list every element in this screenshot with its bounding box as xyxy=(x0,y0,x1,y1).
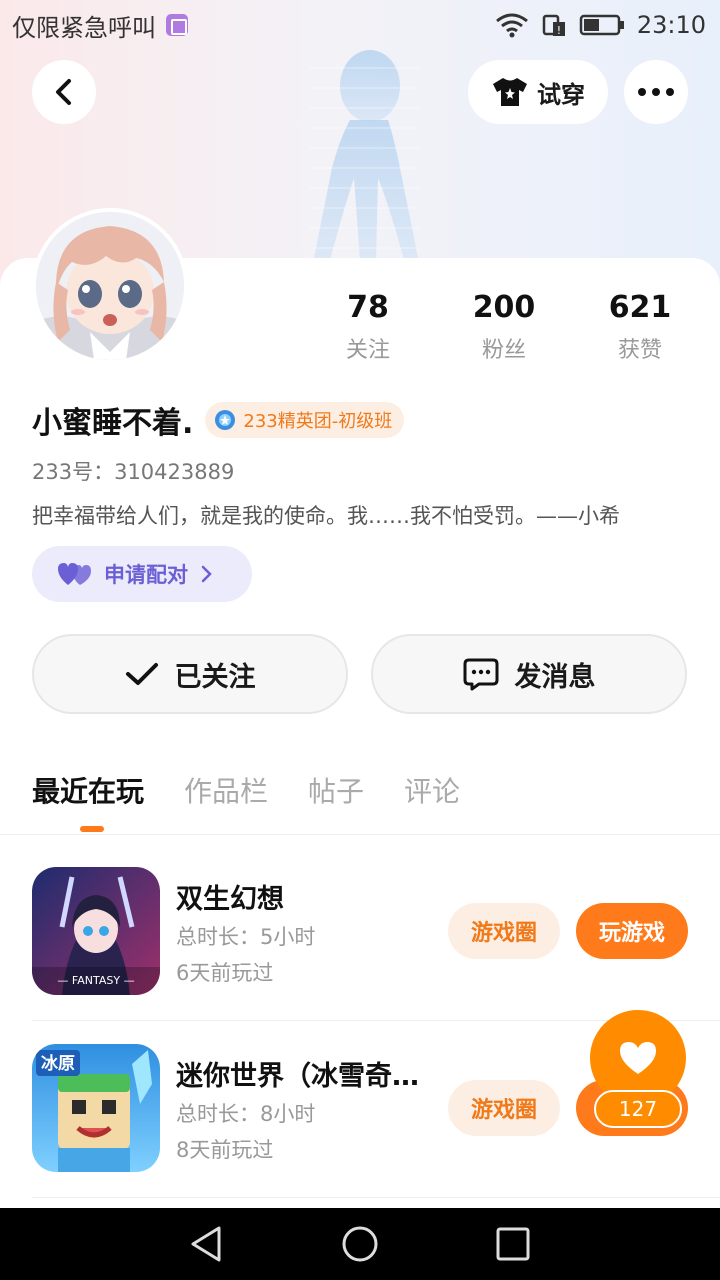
following-button[interactable]: 已关注 xyxy=(32,634,348,714)
battery-icon xyxy=(579,14,624,36)
request-match-button[interactable]: 申请配对 xyxy=(32,546,252,602)
stat-following[interactable]: 78 关注 xyxy=(300,290,436,364)
game-duration: 总时长：8小时 xyxy=(176,1102,316,1126)
game-name: 双生幻想 xyxy=(176,884,284,915)
more-icon xyxy=(638,88,674,96)
avatar-image xyxy=(36,212,184,360)
tab-comments[interactable]: 评论 xyxy=(404,770,460,818)
profile-stats: 78 关注 200 粉丝 621 获赞 xyxy=(300,290,720,364)
status-left: 仅限紧急呼叫 xyxy=(12,8,188,43)
game-last-played: 8天前玩过 xyxy=(176,1138,274,1162)
game-last-played: 6天前玩过 xyxy=(176,961,274,985)
status-right: ! 23:10 xyxy=(495,11,706,39)
system-nav-bar xyxy=(0,1208,720,1280)
name-row: 小蜜睡不着. 233精英团-初级班 xyxy=(32,398,405,442)
user-id: 233号：310423889 xyxy=(32,460,235,484)
user-bio: 把幸福带给人们，就是我的使命。我……我不怕受罚。——小希 xyxy=(32,504,620,528)
tab-works[interactable]: 作品栏 xyxy=(184,770,268,818)
stat-value: 200 xyxy=(472,290,536,325)
badge-medal-icon xyxy=(215,410,236,430)
profile-tabs: 最近在玩 作品栏 帖子 评论 xyxy=(32,770,460,832)
back-icon xyxy=(56,79,71,105)
try-on-label: 试穿 xyxy=(537,80,585,109)
clock: 23:10 xyxy=(636,11,706,39)
tabs-divider xyxy=(0,834,720,835)
sim-icon xyxy=(166,14,188,36)
stat-value: 621 xyxy=(608,290,672,325)
row-divider xyxy=(32,1197,720,1198)
game-cover-fantasy: — FANTASY — xyxy=(32,867,160,995)
like-count: 127 xyxy=(594,1090,682,1128)
game-name: 迷你世界（冰雪奇… xyxy=(176,1061,419,1092)
list-item[interactable]: — FANTASY — 双生幻想 总时长：5小时 6天前玩过 游戏圈 玩游戏 xyxy=(32,845,720,1021)
stat-value: 78 xyxy=(347,290,389,325)
data-icon: ! xyxy=(542,14,565,37)
nav-recents-icon[interactable] xyxy=(493,1224,533,1264)
svg-text:!: ! xyxy=(557,24,561,37)
elite-badge[interactable]: 233精英团-初级班 xyxy=(205,402,405,438)
carrier-text: 仅限紧急呼叫 xyxy=(12,13,156,42)
stat-fans[interactable]: 200 粉丝 xyxy=(436,290,572,364)
badge-label: 233精英团-初级班 xyxy=(243,411,393,432)
check-icon xyxy=(125,663,158,685)
game-cover-mini-world: 冰原 xyxy=(32,1044,160,1172)
hearts-icon xyxy=(58,563,91,585)
nav-back-icon[interactable] xyxy=(187,1224,227,1264)
try-on-button[interactable]: 试穿 xyxy=(468,60,608,124)
play-game-button[interactable]: 玩游戏 xyxy=(576,903,688,959)
stat-label: 粉丝 xyxy=(481,338,526,363)
game-cover-text: — FANTASY — xyxy=(57,974,134,987)
game-icon: 冰原 xyxy=(32,1044,160,1172)
tab-posts[interactable]: 帖子 xyxy=(308,770,364,818)
chevron-right-icon xyxy=(201,565,212,583)
send-message-button[interactable]: 发消息 xyxy=(371,634,687,714)
stat-label: 关注 xyxy=(345,338,390,363)
nav-home-icon[interactable] xyxy=(340,1224,380,1264)
avatar[interactable] xyxy=(32,208,188,364)
stat-label: 获赞 xyxy=(617,338,662,363)
game-cover-text: 冰原 xyxy=(41,1053,75,1074)
chat-icon xyxy=(463,658,498,691)
back-button[interactable] xyxy=(32,60,96,124)
game-circle-button[interactable]: 游戏圈 xyxy=(448,1080,560,1136)
wifi-icon xyxy=(495,13,528,38)
shirt-icon xyxy=(493,78,527,106)
game-duration: 总时长：5小时 xyxy=(176,925,316,949)
game-circle-button[interactable]: 游戏圈 xyxy=(448,903,560,959)
stat-likes[interactable]: 621 获赞 xyxy=(572,290,708,364)
message-label: 发消息 xyxy=(514,661,596,693)
match-label: 申请配对 xyxy=(104,563,188,587)
avatar-figure-illustration xyxy=(310,50,420,260)
user-name: 小蜜睡不着. xyxy=(32,406,194,441)
following-label: 已关注 xyxy=(174,661,256,693)
game-icon: — FANTASY — xyxy=(32,867,160,995)
status-bar: 仅限紧急呼叫 ! 23:10 xyxy=(0,0,720,50)
heart-icon xyxy=(620,1042,656,1074)
more-button[interactable] xyxy=(624,60,688,124)
tab-recently-played[interactable]: 最近在玩 xyxy=(32,770,144,832)
